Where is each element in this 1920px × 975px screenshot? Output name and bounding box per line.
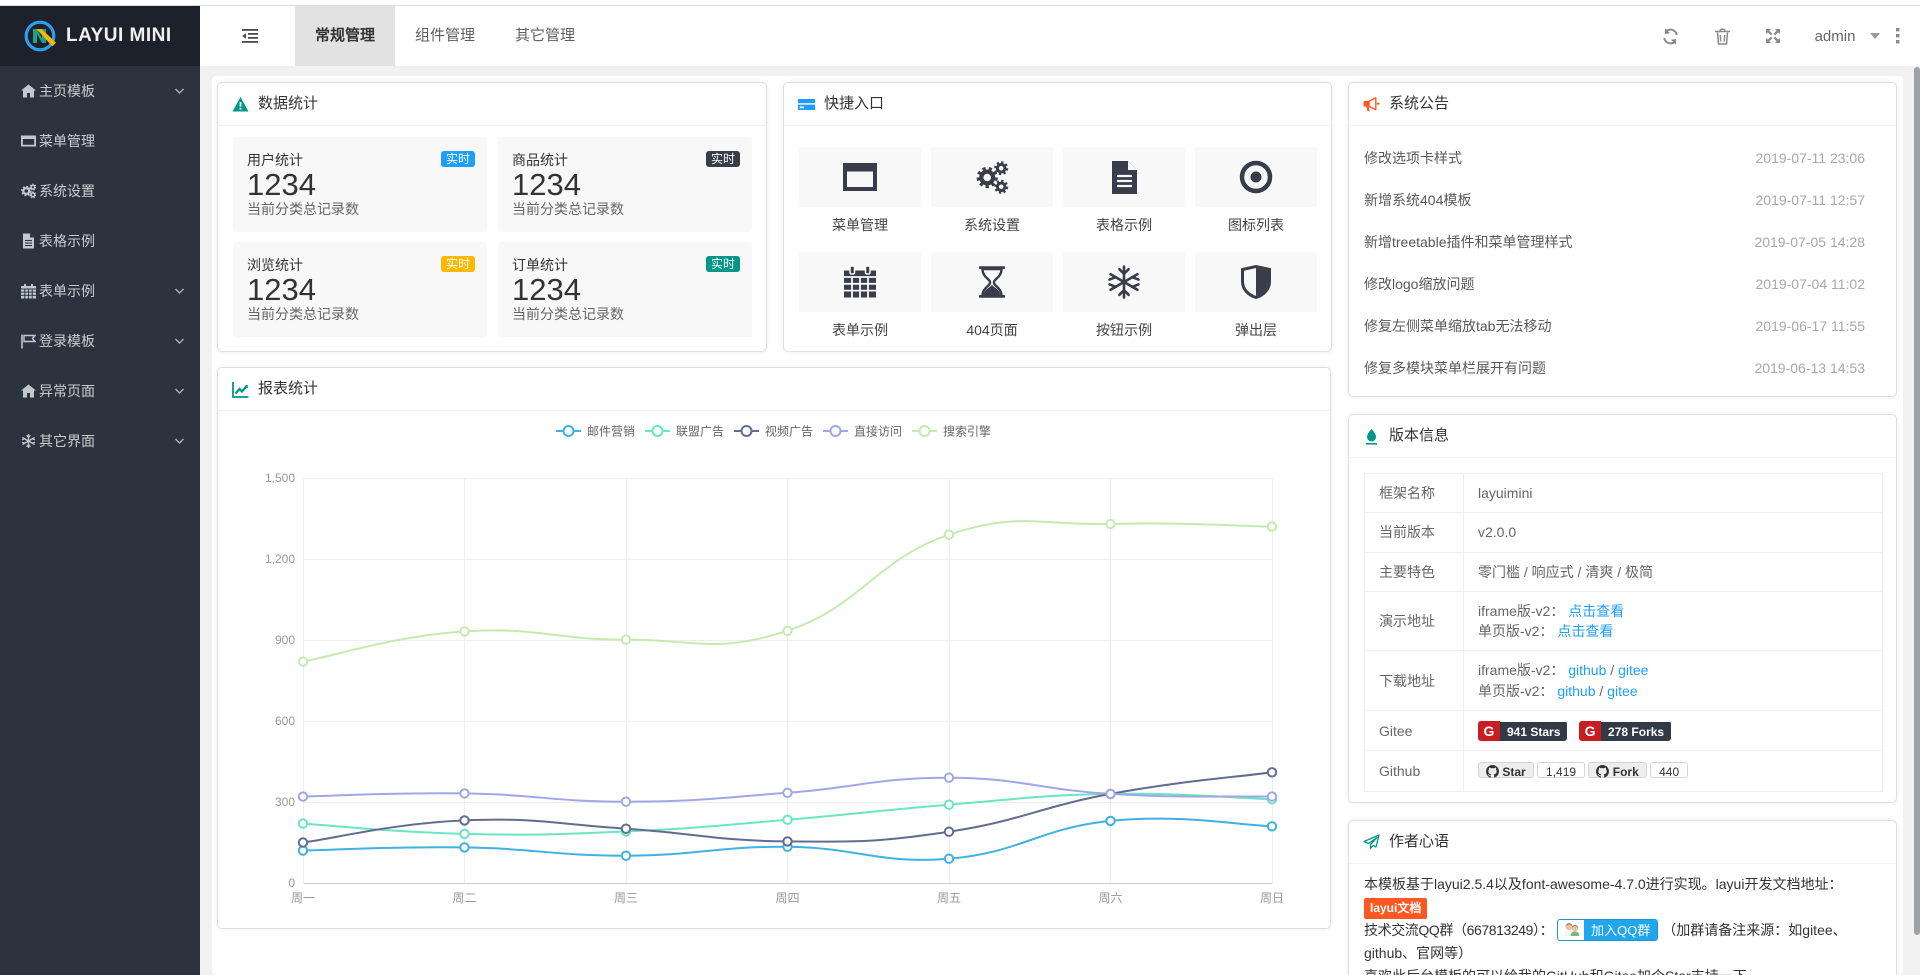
- svg-text:搜索引擎: 搜索引擎: [943, 424, 991, 439]
- svg-text:周一: 周一: [291, 891, 315, 905]
- svg-text:周日: 周日: [1260, 891, 1284, 905]
- svg-text:1,500: 1,500: [265, 471, 295, 485]
- svg-text:周六: 周六: [1098, 891, 1122, 905]
- svg-text:600: 600: [275, 714, 295, 728]
- svg-text:周五: 周五: [937, 891, 961, 905]
- svg-text:周三: 周三: [614, 891, 638, 905]
- svg-text:联盟广告: 联盟广告: [676, 425, 724, 439]
- svg-text:邮件营销: 邮件营销: [587, 425, 635, 439]
- svg-text:900: 900: [275, 633, 295, 647]
- svg-text:1,200: 1,200: [265, 552, 295, 566]
- svg-text:300: 300: [275, 795, 295, 809]
- svg-text:0: 0: [288, 876, 295, 890]
- svg-text:视频广告: 视频广告: [765, 424, 813, 439]
- svg-text:直接访问: 直接访问: [854, 424, 902, 439]
- svg-text:周四: 周四: [775, 891, 799, 905]
- svg-text:周二: 周二: [452, 891, 476, 905]
